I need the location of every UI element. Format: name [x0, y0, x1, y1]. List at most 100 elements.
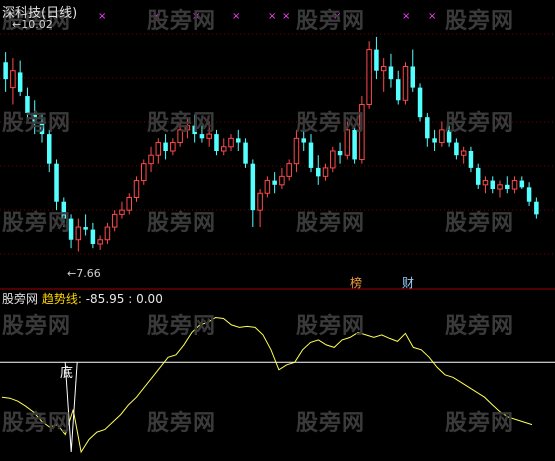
candle-body-down	[301, 138, 306, 143]
candle-body-up	[111, 213, 118, 228]
signal-marker: ×	[192, 11, 200, 22]
low-price-label: ←7.66	[67, 267, 101, 280]
candle-body-down	[534, 201, 539, 215]
indicator-value: -85.95	[85, 292, 125, 306]
candle-body-up	[322, 167, 329, 177]
candle-body-up	[228, 137, 234, 148]
signal-marker: ×	[232, 11, 240, 22]
candle-body-up	[511, 180, 518, 190]
candle-body-up	[141, 163, 147, 182]
candle-body-up	[10, 70, 16, 89]
candle-body-down	[432, 138, 437, 143]
signal-marker: ×	[98, 11, 106, 22]
candle-body-up	[75, 226, 82, 241]
candle-body-up	[170, 142, 176, 152]
candle-body-down	[505, 184, 510, 190]
candle-body-up	[344, 129, 351, 156]
candle-body-down	[17, 72, 23, 92]
candle-body-down	[199, 134, 205, 139]
candle-body-up	[380, 65, 387, 72]
candle-body-down	[243, 142, 248, 164]
candle-body-down	[39, 121, 45, 135]
candle-body-up	[133, 180, 140, 198]
indicator-zero: 0.00	[136, 292, 163, 306]
candle-body-up	[220, 146, 227, 152]
candle-body-up	[286, 163, 292, 177]
candle-body-down	[163, 142, 168, 151]
candle-body-up	[177, 129, 183, 144]
candle-body-up	[402, 65, 409, 101]
candle-body-up	[264, 180, 271, 194]
candle-body-down	[519, 180, 525, 188]
candle-body-down	[192, 125, 197, 135]
candle-body-down	[526, 187, 532, 202]
indicator-layer	[0, 316, 555, 454]
signal-marker: ×	[282, 11, 290, 22]
candle-body-down	[425, 117, 430, 139]
candle-body-down	[388, 66, 394, 80]
event-badge-bang: 榜	[350, 276, 363, 290]
candle-body-down	[25, 96, 30, 113]
candle-body-down	[395, 79, 401, 101]
candle-body-up	[184, 125, 191, 131]
candle-body-down	[475, 167, 481, 185]
candle-body-up	[206, 133, 212, 139]
indicator-name: 趋势线:	[41, 292, 82, 306]
candle-body-down	[352, 129, 357, 160]
low-arrow: ←	[67, 267, 77, 280]
candle-body-down	[454, 142, 459, 156]
candle-body-up	[330, 150, 336, 169]
candle-body-up	[359, 104, 365, 160]
candle-body-down	[468, 151, 474, 168]
low-price-value: 7.66	[76, 267, 101, 280]
candle-body-down	[410, 66, 416, 88]
candle-body-up	[366, 49, 372, 106]
chart-svg: × × × × × × × × ×	[0, 11, 555, 454]
signal-marker: ×	[152, 11, 160, 22]
candle-body-down	[308, 142, 314, 168]
candle-body-down	[337, 151, 343, 156]
candle-body-down	[417, 87, 423, 118]
candle-body-up	[439, 129, 445, 144]
candles-layer	[3, 36, 539, 252]
candle-body-up	[257, 192, 263, 211]
candle-body-down	[47, 134, 52, 164]
candle-body-up	[497, 184, 503, 190]
indicator-source: 股旁网	[2, 292, 39, 306]
candle-body-down	[214, 134, 219, 151]
candle-body-down	[83, 227, 88, 230]
candle-body-down	[61, 201, 67, 219]
grid-layer	[0, 33, 555, 255]
candle-body-up	[104, 226, 111, 241]
indicator-separator: :	[128, 292, 133, 306]
candle-body-down	[446, 129, 452, 143]
candle-body-up	[155, 142, 162, 156]
signal-marker: ×	[333, 11, 341, 22]
chart-stage: × × × × × × × × ×	[0, 0, 555, 457]
signal-marker: ×	[402, 11, 410, 22]
markers-layer: × × × × × × × × ×	[98, 11, 436, 22]
event-badge-cai: 财	[402, 276, 415, 290]
candle-body-up	[126, 196, 132, 211]
candle-body-up	[97, 239, 103, 245]
high-price-value: 10.02	[21, 18, 53, 31]
candle-body-down	[374, 49, 379, 71]
candle-body-down	[272, 180, 277, 185]
candle-body-down	[316, 167, 321, 177]
trend-line	[1, 316, 533, 454]
bottom-signal-label: 底	[60, 366, 74, 381]
candle-body-up	[119, 209, 125, 215]
candle-body-down	[90, 229, 96, 244]
candle-body-down	[54, 163, 59, 202]
candle-body-up	[293, 137, 300, 165]
signal-marker: ×	[428, 11, 436, 22]
candle-body-down	[236, 138, 241, 143]
signal-marker: ×	[268, 11, 276, 22]
candle-body-down	[250, 163, 256, 211]
candle-body-up	[148, 154, 154, 165]
candle-body-down	[490, 180, 495, 190]
high-arrow: ←	[12, 18, 22, 31]
candle-body-down	[32, 112, 37, 122]
candle-body-down	[68, 218, 74, 240]
indicator-header: 股旁网 趋势线: -85.95 : 0.00	[2, 290, 163, 307]
